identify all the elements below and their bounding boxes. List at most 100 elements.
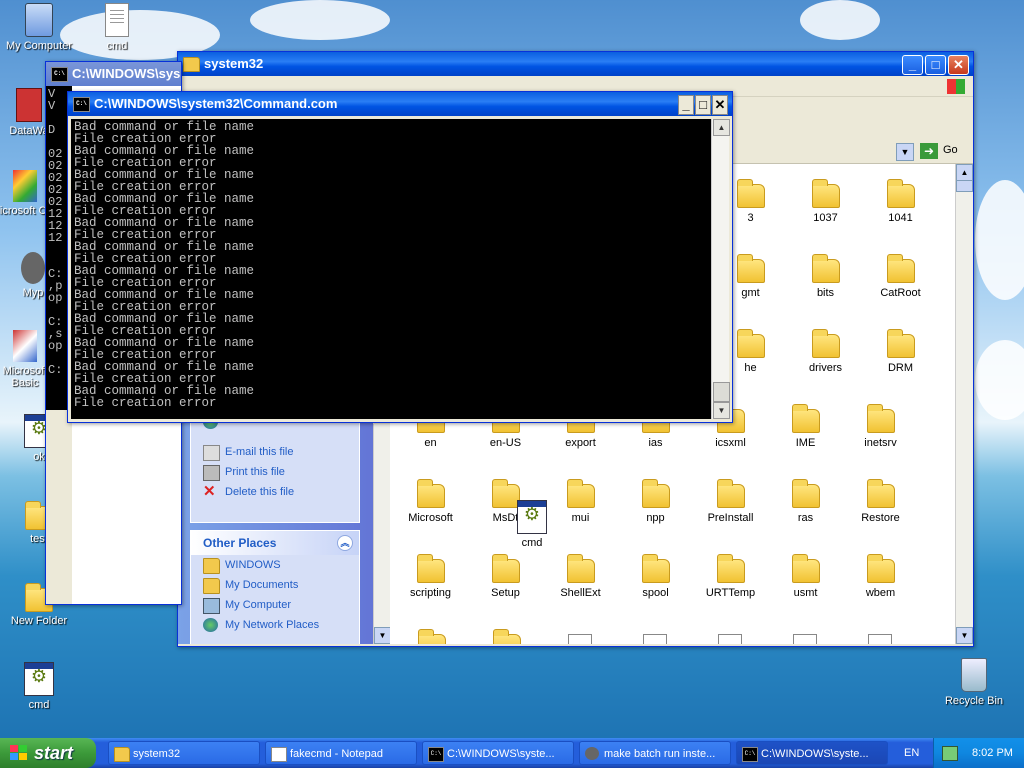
folder-icon[interactable] (493, 629, 521, 644)
desktop-icon-cmd[interactable]: cmd (80, 3, 154, 52)
folder-icon (716, 479, 745, 508)
file-item[interactable]: ras (768, 479, 843, 524)
file-item[interactable]: bits (788, 254, 863, 299)
file-item[interactable]: drivers (788, 329, 863, 374)
recycle-bin-icon (961, 658, 987, 692)
desktop-icon-label: New Folder (10, 615, 68, 627)
file-icon[interactable] (643, 634, 667, 644)
minimize-button[interactable]: _ (678, 95, 694, 115)
scroll-thumb[interactable] (713, 382, 730, 402)
scroll-up-arrow-icon[interactable]: ▲ (713, 119, 730, 136)
task-pane-scrollbar[interactable]: ▼ (373, 424, 391, 644)
file-item[interactable]: 1037 (788, 179, 863, 224)
scroll-thumb[interactable] (956, 180, 973, 192)
console-output: Bad command or file name File creation er… (71, 119, 711, 419)
place-link-my-computer[interactable]: My Computer (191, 595, 359, 615)
file-item[interactable]: inetsrv (843, 404, 918, 449)
scroll-down-arrow-icon[interactable]: ▼ (374, 627, 391, 644)
email-file-link[interactable]: E-mail this file (191, 442, 359, 462)
maximize-button[interactable]: □ (925, 55, 946, 75)
file-item[interactable]: Setup (468, 554, 543, 599)
notepad-icon (271, 747, 287, 762)
scroll-down-arrow-icon[interactable]: ▼ (956, 627, 973, 644)
file-item[interactable]: spool (618, 554, 693, 599)
file-item-label: icsxml (715, 437, 746, 449)
file-item[interactable]: wbem (843, 554, 918, 599)
file-item[interactable]: PreInstall (693, 479, 768, 524)
file-list-scrollbar[interactable]: ▲ ▼ (955, 164, 973, 644)
console-scrollbar[interactable]: ▲ ▼ (711, 119, 730, 419)
desktop-icon-my-computer[interactable]: My Computer (2, 3, 76, 52)
file-item-label: npp (646, 512, 665, 524)
desktop-icon-recycle-bin[interactable]: Recycle Bin (937, 658, 1011, 707)
file-icon[interactable] (718, 634, 742, 644)
scroll-up-arrow-icon[interactable]: ▲ (956, 164, 973, 181)
file-icon[interactable] (568, 634, 592, 644)
file-item[interactable]: usmt (768, 554, 843, 599)
file-item[interactable]: Microsoft (393, 479, 468, 524)
window-title: C:\WINDOWS\sys (72, 66, 181, 81)
other-places-header[interactable]: Other Places ︽ (191, 531, 359, 555)
file-tasks-panel: Publish this file to the Web E-mail this… (190, 412, 360, 523)
file-item[interactable]: DRM (863, 329, 938, 374)
folder-icon (736, 179, 765, 208)
file-item[interactable]: CatRoot (863, 254, 938, 299)
place-link-my-documents[interactable]: My Documents (191, 575, 359, 595)
folder-icon (866, 404, 895, 433)
language-indicator[interactable]: EN (904, 738, 919, 768)
file-item[interactable]: scripting (393, 554, 468, 599)
file-item-label: ras (797, 512, 814, 524)
folder-icon (886, 254, 915, 283)
scroll-down-arrow-icon[interactable]: ▼ (713, 402, 730, 419)
console-window[interactable]: C:\ C:\WINDOWS\system32\Command.com _ □ … (67, 91, 733, 423)
file-item[interactable]: npp (618, 479, 693, 524)
network-tray-icon[interactable] (942, 746, 958, 761)
go-button[interactable]: Go (943, 144, 958, 156)
folder-icon (886, 329, 915, 358)
file-item[interactable]: 1041 (863, 179, 938, 224)
file-item[interactable]: IME (768, 404, 843, 449)
dragged-icon-cmd[interactable]: cmd (495, 500, 569, 549)
desktop-icon-cmd-batch[interactable]: cmd (2, 662, 76, 711)
clock[interactable]: 8:02 PM (972, 738, 1013, 768)
task-system32[interactable]: system32 (108, 741, 260, 765)
file-item[interactable]: Restore (843, 479, 918, 524)
documents-folder-icon (203, 578, 220, 594)
collapse-chevron-icon[interactable]: ︽ (337, 535, 353, 551)
file-item-label: inetsrv (864, 437, 897, 449)
console-titlebar[interactable]: C:\ C:\WINDOWS\system32\Command.com _ □ … (68, 92, 732, 116)
maximize-button[interactable]: □ (695, 95, 711, 115)
folder-icon (566, 479, 595, 508)
file-item[interactable]: URTTemp (693, 554, 768, 599)
explorer-titlebar[interactable]: system32 _ □ ✕ (178, 52, 973, 76)
minimize-button[interactable]: _ (902, 55, 923, 75)
task-console-2[interactable]: C:\ C:\WINDOWS\syste... (736, 741, 888, 765)
file-icon[interactable] (868, 634, 892, 644)
file-item-label: IME (795, 437, 816, 449)
file-item[interactable]: ShellExt (543, 554, 618, 599)
desktop-icon-label: Microsoft Basic (2, 365, 48, 389)
network-icon (203, 618, 218, 632)
folder-icon (416, 479, 445, 508)
file-icon[interactable] (793, 634, 817, 644)
app-icon (13, 330, 37, 362)
back-console-titlebar[interactable]: C:\ C:\WINDOWS\sys (46, 62, 181, 86)
place-link-my-network-places[interactable]: My Network Places (191, 615, 359, 635)
folder-icon (416, 554, 445, 583)
place-link-windows[interactable]: WINDOWS (191, 555, 359, 575)
task-console-1[interactable]: C:\ C:\WINDOWS\syste... (422, 741, 574, 765)
file-item-label: usmt (793, 587, 818, 599)
address-dropdown-icon[interactable]: ▼ (896, 143, 914, 161)
file-item-label: Restore (861, 512, 900, 524)
print-file-link[interactable]: Print this file (191, 462, 359, 482)
close-button[interactable]: ✕ (712, 95, 728, 115)
go-arrow-icon[interactable]: ➜ (920, 143, 938, 159)
close-button[interactable]: ✕ (948, 55, 969, 75)
app-icon (21, 252, 45, 284)
delete-file-link[interactable]: ✕ Delete this file (191, 482, 359, 502)
folder-icon[interactable] (418, 629, 446, 644)
start-button[interactable]: start (0, 738, 96, 768)
task-browser[interactable]: make batch run inste... (579, 741, 731, 765)
file-item-label: scripting (410, 587, 451, 599)
task-notepad[interactable]: fakecmd - Notepad (265, 741, 417, 765)
